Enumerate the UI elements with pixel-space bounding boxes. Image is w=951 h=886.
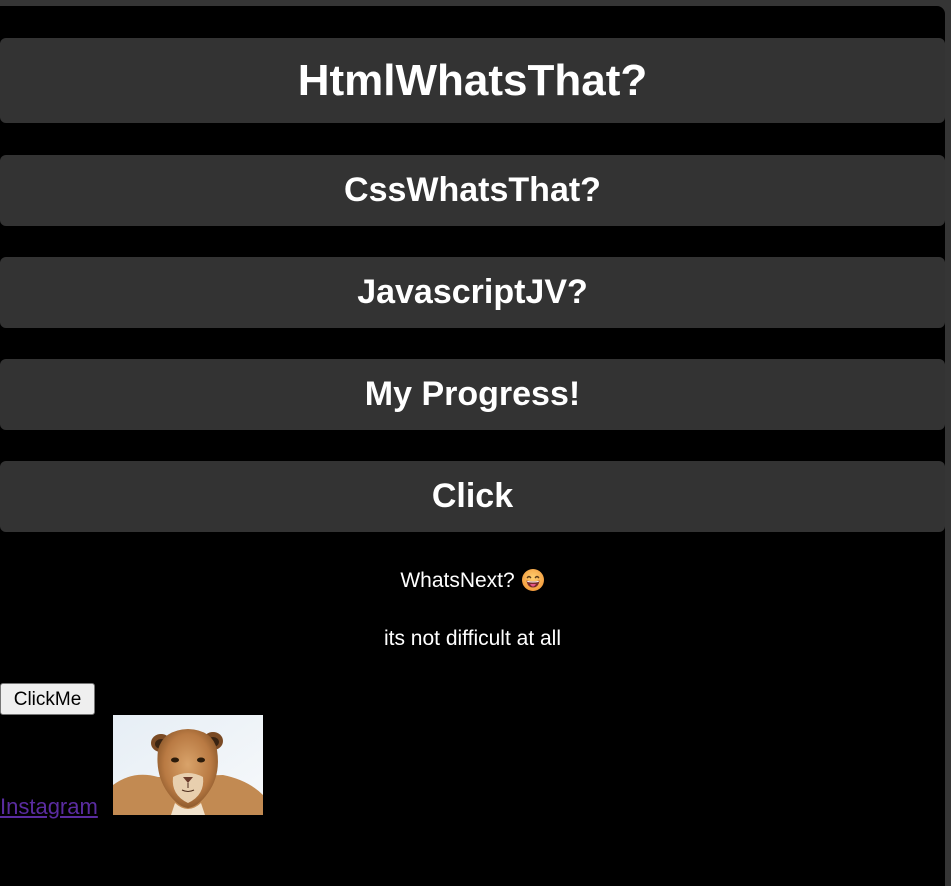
whats-next-paragraph: WhatsNext? <box>0 567 945 595</box>
heading-html: HtmlWhatsThat? <box>0 38 945 123</box>
heading-click-text: Click <box>431 477 514 515</box>
heading-progress: My Progress! <box>0 359 945 430</box>
heading-html-text: HtmlWhatsThat? <box>297 56 648 105</box>
heading-javascript: JavascriptJV? <box>0 257 945 328</box>
click-me-button[interactable]: ClickMe <box>0 683 95 715</box>
heading-css-text: CssWhatsThat? <box>344 171 601 209</box>
whats-next-text: WhatsNext? <box>400 569 515 592</box>
page-frame: HtmlWhatsThat? CssWhatsThat? JavascriptJ… <box>0 6 945 886</box>
lioness-photo <box>113 715 263 815</box>
heading-css: CssWhatsThat? <box>0 155 945 226</box>
heading-progress-text: My Progress! <box>364 375 581 413</box>
not-difficult-text: its not difficult at all <box>383 627 562 650</box>
instagram-link[interactable]: Instagram <box>0 794 98 820</box>
not-difficult-paragraph: its not difficult at all <box>0 625 945 653</box>
heading-click: Click <box>0 461 945 532</box>
heading-javascript-text: JavascriptJV? <box>357 273 588 311</box>
grinning-tongue-emoji-icon <box>521 568 545 592</box>
